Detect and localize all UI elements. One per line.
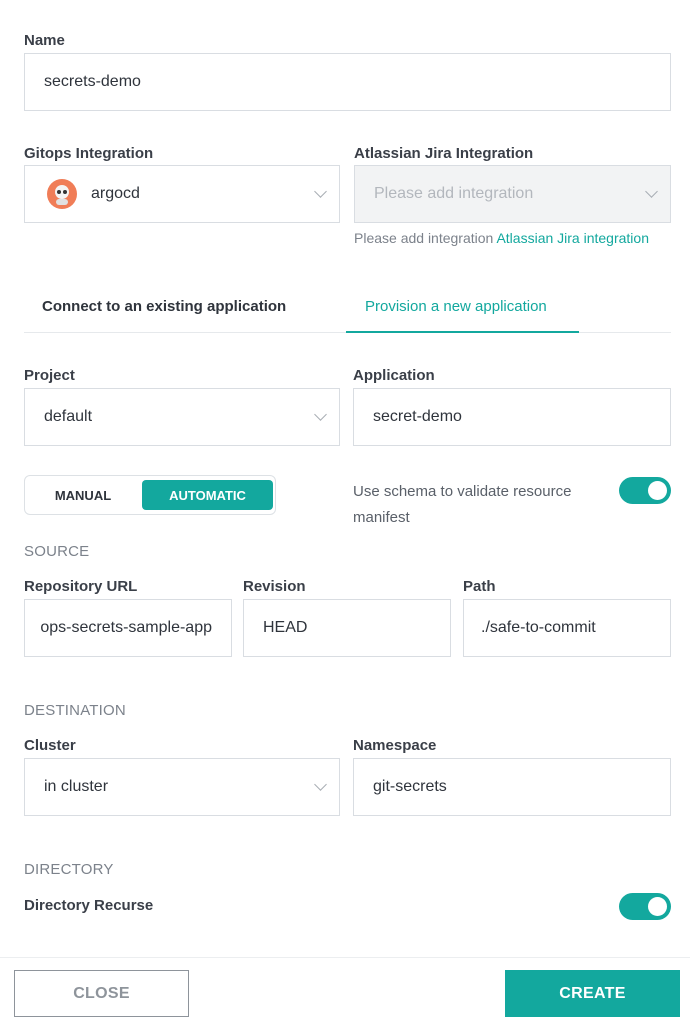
directory-recurse-toggle[interactable]	[619, 893, 671, 920]
namespace-label: Namespace	[353, 737, 437, 754]
create-button[interactable]: CREATE	[505, 970, 680, 1017]
chevron-down-icon	[645, 185, 658, 198]
revision-input[interactable]: HEAD	[243, 599, 451, 657]
jira-label: Atlassian Jira Integration	[354, 145, 534, 162]
argocd-logo-icon	[47, 179, 77, 209]
tab-provision-new[interactable]: Provision a new application	[365, 298, 547, 315]
application-label: Application	[353, 367, 435, 384]
namespace-input[interactable]: git-secrets	[353, 758, 671, 816]
sync-mode-toggle: MANUAL AUTOMATIC	[24, 475, 276, 515]
schema-toggle-label: Use schema to validate resource manifest	[353, 483, 572, 526]
repo-url-label: Repository URL	[24, 578, 138, 595]
name-input[interactable]: secrets-demo	[24, 53, 671, 111]
close-button[interactable]: CLOSE	[14, 970, 189, 1017]
gitops-label: Gitops Integration	[24, 145, 154, 162]
name-label: Name	[24, 32, 65, 49]
jira-hint-text: Please add integration	[354, 230, 494, 246]
project-select-value: default	[44, 408, 93, 425]
destination-section-title: DESTINATION	[24, 702, 126, 719]
cluster-select[interactable]: in cluster	[24, 758, 340, 816]
cluster-label: Cluster	[24, 737, 76, 754]
path-label: Path	[463, 578, 496, 595]
chevron-down-icon	[314, 408, 327, 421]
path-input[interactable]: ./safe-to-commit	[463, 599, 671, 657]
jira-hint: Please add integration Atlassian Jira in…	[354, 230, 649, 246]
jira-select-placeholder: Please add integration	[374, 185, 534, 202]
revision-label: Revision	[243, 578, 306, 595]
gitops-select-value: argocd	[91, 185, 140, 202]
toggle-knob	[648, 897, 667, 916]
cluster-select-value: in cluster	[44, 778, 109, 795]
directory-section-title: DIRECTORY	[24, 861, 114, 878]
source-section-title: SOURCE	[24, 543, 90, 560]
project-select[interactable]: default	[24, 388, 340, 446]
sync-mode-manual[interactable]: MANUAL	[29, 480, 137, 510]
toggle-knob	[648, 481, 667, 500]
tab-active-indicator	[346, 331, 579, 333]
application-input[interactable]: secret-demo	[353, 388, 671, 446]
footer-divider	[0, 957, 690, 958]
sync-mode-automatic[interactable]: AUTOMATIC	[142, 480, 273, 510]
gitops-select[interactable]: argocd	[24, 165, 340, 223]
chevron-down-icon	[314, 778, 327, 791]
chevron-down-icon	[314, 185, 327, 198]
jira-integration-link[interactable]: Atlassian Jira integration	[496, 230, 649, 246]
project-label: Project	[24, 367, 75, 384]
directory-recurse-label: Directory Recurse	[24, 897, 154, 914]
jira-select[interactable]: Please add integration	[354, 165, 671, 223]
tab-connect-existing[interactable]: Connect to an existing application	[42, 298, 286, 315]
schema-toggle[interactable]	[619, 477, 671, 504]
repo-url-input[interactable]: ops-secrets-sample-app	[24, 599, 232, 657]
